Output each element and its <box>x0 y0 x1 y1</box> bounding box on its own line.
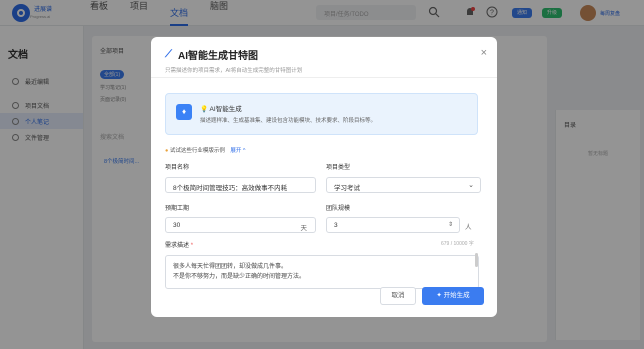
magic-wand-icon: ⟋ <box>165 49 172 60</box>
project-type-select[interactable]: 学习考试 ⌄ <box>326 177 481 193</box>
close-icon[interactable]: × <box>481 47 487 59</box>
cancel-button[interactable]: 取消 <box>380 287 416 305</box>
textarea-scrollbar[interactable] <box>475 253 478 267</box>
chevron-down-icon: ⌄ <box>468 182 474 189</box>
info-title: 💡 AI智能生成 <box>200 106 242 113</box>
requirement-label: 需求描述 * <box>165 243 194 249</box>
char-count: 679 / 10000 字 <box>441 241 474 247</box>
template-hint: ● 试试这些行业模版示例 展开 ^ <box>165 148 246 154</box>
expand-link[interactable]: 展开 ^ <box>230 148 245 154</box>
duration-label: 预期工期 <box>165 206 190 212</box>
ai-gantt-modal: ⟋ AI智能生成甘特图 × 只需描述你的项目需求，AI将自动生成完整的甘特图计划… <box>151 37 497 317</box>
project-name-input[interactable]: 8个极简时间管理技巧：高效做事不内耗 <box>165 177 316 193</box>
team-unit: 人 <box>465 224 472 231</box>
sparkle-icon: ✦ <box>436 292 442 299</box>
requirement-textarea[interactable]: 很多人每天忙得团团转，却没做成几件事。 不是你不够努力，而是缺少正确的时间管理方… <box>165 255 479 289</box>
generate-button[interactable]: ✦ 开始生成 <box>422 287 484 305</box>
modal-header: ⟋ AI智能生成甘特图 <box>165 47 258 62</box>
modal-title: AI智能生成甘特图 <box>178 51 258 62</box>
info-desc: 描述题样准、生成基准集、建设包含功能模块、技术要求、阶段目标等。 <box>200 118 377 124</box>
team-size-label: 团队规模 <box>326 206 351 212</box>
modal-subtitle: 只需描述你的项目需求，AI将自动生成完整的甘特图计划 <box>165 68 303 74</box>
duration-input[interactable]: 30 天 <box>165 217 316 233</box>
duration-unit: 天 <box>300 225 308 232</box>
ai-info-box: ♦ 💡 AI智能生成 描述题样准、生成基准集、建设包含功能模块、技术要求、阶段目… <box>165 93 478 135</box>
hint-bulb-icon: ● <box>165 148 169 154</box>
project-type-label: 项目类型 <box>326 165 351 171</box>
team-size-input[interactable]: 3 ⇕ <box>326 217 460 233</box>
divider <box>151 77 497 78</box>
stepper-icon[interactable]: ⇕ <box>448 221 453 228</box>
bulb-icon: ♦ <box>176 104 192 120</box>
project-name-label: 项目名称 <box>165 165 190 171</box>
